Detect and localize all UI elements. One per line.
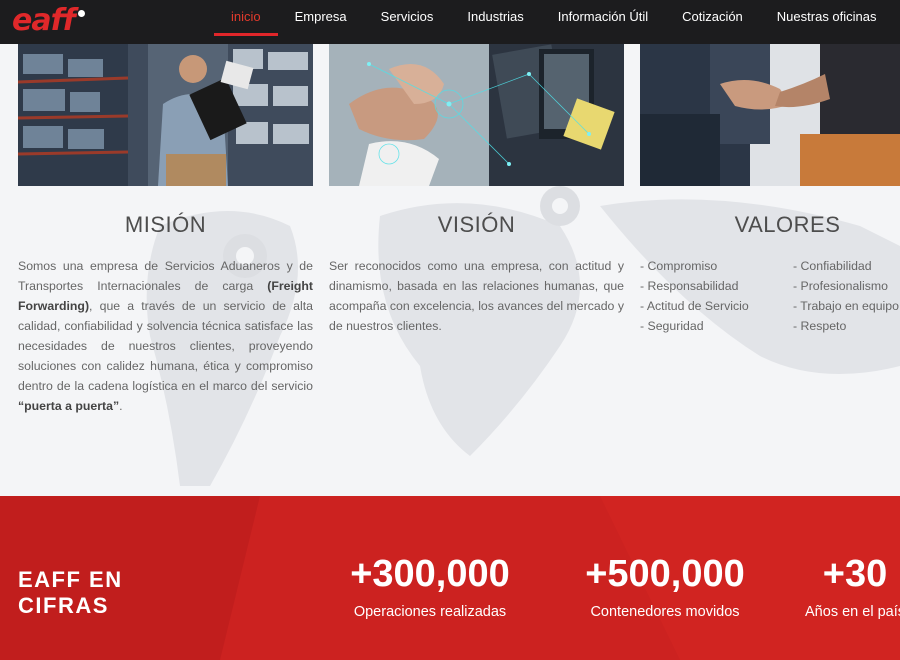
vision-title: VISIÓN	[437, 212, 516, 237]
nav-item-empresa[interactable]: Empresa	[278, 0, 364, 36]
nav-item-servicios[interactable]: Servicios	[364, 0, 451, 36]
valor-item: - Profesionalismo	[793, 279, 888, 293]
mision-title: MISIÓN	[124, 212, 207, 237]
warehouse-worker-photo	[18, 44, 313, 186]
valores-section: VALORES - Compromiso - Confiabilidad - R…	[640, 210, 900, 336]
nav-item-nuestras-oficinas[interactable]: Nuestras oficinas	[760, 0, 894, 36]
valores-list: - Compromiso - Confiabilidad - Responsab…	[640, 256, 900, 336]
stat-anos: +30 Años en el país	[780, 552, 900, 620]
valor-item: - Compromiso	[640, 259, 718, 273]
mision-text: Somos una empresa de Servicios Aduaneros…	[18, 256, 313, 416]
valor-item: - Trabajo en equipo	[793, 299, 899, 313]
valor-item: - Confiabilidad	[793, 259, 872, 273]
team-collaboration-photo	[329, 44, 624, 186]
eaff-logo[interactable]: eaff	[12, 2, 85, 38]
stat-label: Operaciones realizadas	[353, 604, 507, 620]
valor-item: - Seguridad	[640, 319, 704, 333]
mision-section: MISIÓN Somos una empresa de Servicios Ad…	[18, 210, 313, 416]
stat-label: Años en el país	[805, 604, 900, 620]
nav-item-truncated[interactable]: R	[894, 0, 900, 36]
nav-item-cotizacion[interactable]: Cotización	[665, 0, 760, 36]
stats-title: EAFF EN CIFRAS	[18, 567, 158, 619]
valor-item: - Respeto	[793, 319, 847, 333]
nav-item-industrias[interactable]: Industrias	[450, 0, 540, 36]
stats-title-line-2: CIFRAS	[18, 593, 109, 618]
stat-operaciones: +300,000 Operaciones realizadas	[330, 552, 530, 620]
main-menu: inicio Empresa Servicios Industrias Info…	[214, 0, 900, 44]
valor-item: - Responsabilidad	[640, 279, 739, 293]
stat-number: +500,000	[585, 553, 745, 595]
mision-bold-puerta: “puerta a puerta”	[18, 399, 120, 413]
stat-contenedores: +500,000 Contenedores movidos	[565, 552, 765, 620]
mision-text-part-2: , que a través de un servicio de alta ca…	[18, 299, 313, 393]
stats-title-line-1: EAFF EN	[18, 567, 123, 592]
vision-section: VISIÓN Ser reconocidos como una empresa,…	[329, 210, 624, 336]
top-navbar: eaff inicio Empresa Servicios Industrias…	[0, 0, 900, 44]
stat-label: Contenedores movidos	[590, 604, 740, 620]
logo-dot-icon	[77, 9, 85, 17]
nav-item-informacion-util[interactable]: Información Útil	[541, 0, 665, 36]
valores-title: VALORES	[734, 212, 841, 237]
handshake-photo	[640, 44, 900, 186]
eaff-en-cifras-section: EAFF EN CIFRAS +300,000 Operaciones real…	[0, 496, 900, 660]
vision-text: Ser reconocidos como una empresa, con ac…	[329, 259, 624, 333]
mision-text-part-3: .	[119, 399, 123, 413]
stat-number: +300,000	[350, 553, 510, 595]
valor-item: - Actitud de Servicio	[640, 299, 749, 313]
stat-number: +30	[822, 553, 888, 595]
nav-item-inicio[interactable]: inicio	[214, 0, 278, 36]
logo-text: eaff	[12, 2, 76, 38]
